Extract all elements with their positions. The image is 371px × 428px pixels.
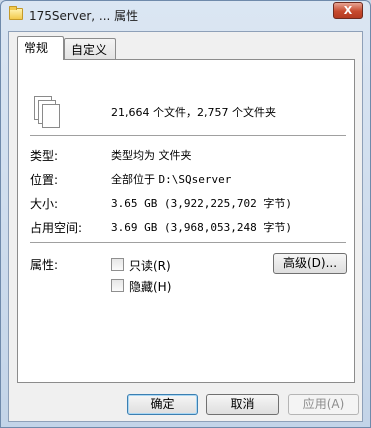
advanced-button[interactable]: 高级(D)... (273, 253, 347, 274)
size-on-disk-label: 占用空间: (30, 221, 83, 235)
tab-custom[interactable]: 自定义 (64, 38, 116, 59)
title-bar[interactable]: 175Server, ... 属性 X (1, 1, 370, 29)
folder-icon (9, 6, 23, 20)
window-title: 175Server, ... 属性 (29, 9, 139, 23)
location-value: 全部位于 D:\SQserver (111, 171, 231, 187)
hidden-label: 隐藏(H) (129, 280, 172, 294)
size-on-disk-value: 3.69 GB (3,968,053,248 字节) (111, 221, 292, 234)
location-label: 位置: (30, 173, 59, 187)
documents-icon (34, 96, 62, 130)
separator (30, 242, 346, 243)
summary-text: 21,664 个文件，2,757 个文件夹 (111, 106, 276, 119)
hidden-option[interactable]: 隐藏(H) (111, 278, 191, 294)
size-label: 大小: (30, 197, 59, 211)
apply-button[interactable]: 应用(A) (288, 394, 359, 415)
type-label: 类型: (30, 149, 59, 163)
location-prefix: 全部位于 (111, 173, 155, 186)
type-value: 类型均为 文件夹 (111, 149, 192, 162)
read-only-label: 只读(R) (129, 259, 171, 273)
close-button[interactable]: X (333, 2, 363, 19)
ok-button[interactable]: 确定 (127, 394, 198, 415)
hidden-checkbox[interactable] (111, 279, 124, 292)
general-panel: 21,664 个文件，2,757 个文件夹 类型: 类型均为 文件夹 位置: 全… (17, 59, 355, 383)
location-path: D:\SQserver (158, 173, 232, 186)
read-only-checkbox[interactable] (111, 258, 124, 271)
cancel-button[interactable]: 取消 (206, 394, 279, 415)
attributes-label: 属性: (30, 258, 59, 272)
size-value: 3.65 GB (3,922,225,702 字节) (111, 197, 292, 210)
tab-general[interactable]: 常规 (17, 36, 64, 60)
dialog-client: 常规 自定义 21,664 个文件，2,757 个文件夹 类型: 类型均为 文件… (8, 31, 363, 422)
properties-window: 175Server, ... 属性 X 常规 自定义 21,664 个文件，2,… (0, 0, 371, 428)
separator (30, 135, 346, 136)
read-only-option[interactable]: 只读(R) (111, 257, 191, 273)
